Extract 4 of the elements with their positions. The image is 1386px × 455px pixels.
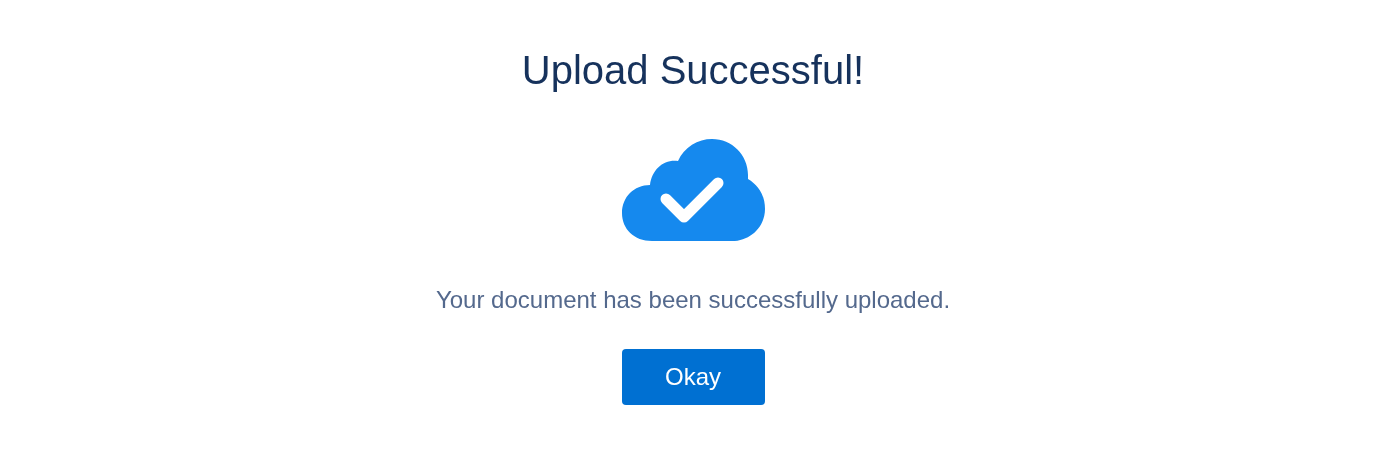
cloud-check-icon [621,139,765,241]
dialog-title: Upload Successful! [521,47,865,94]
okay-button[interactable]: Okay [621,349,765,405]
success-message: Your document has been successfully uploaded. [435,285,951,315]
